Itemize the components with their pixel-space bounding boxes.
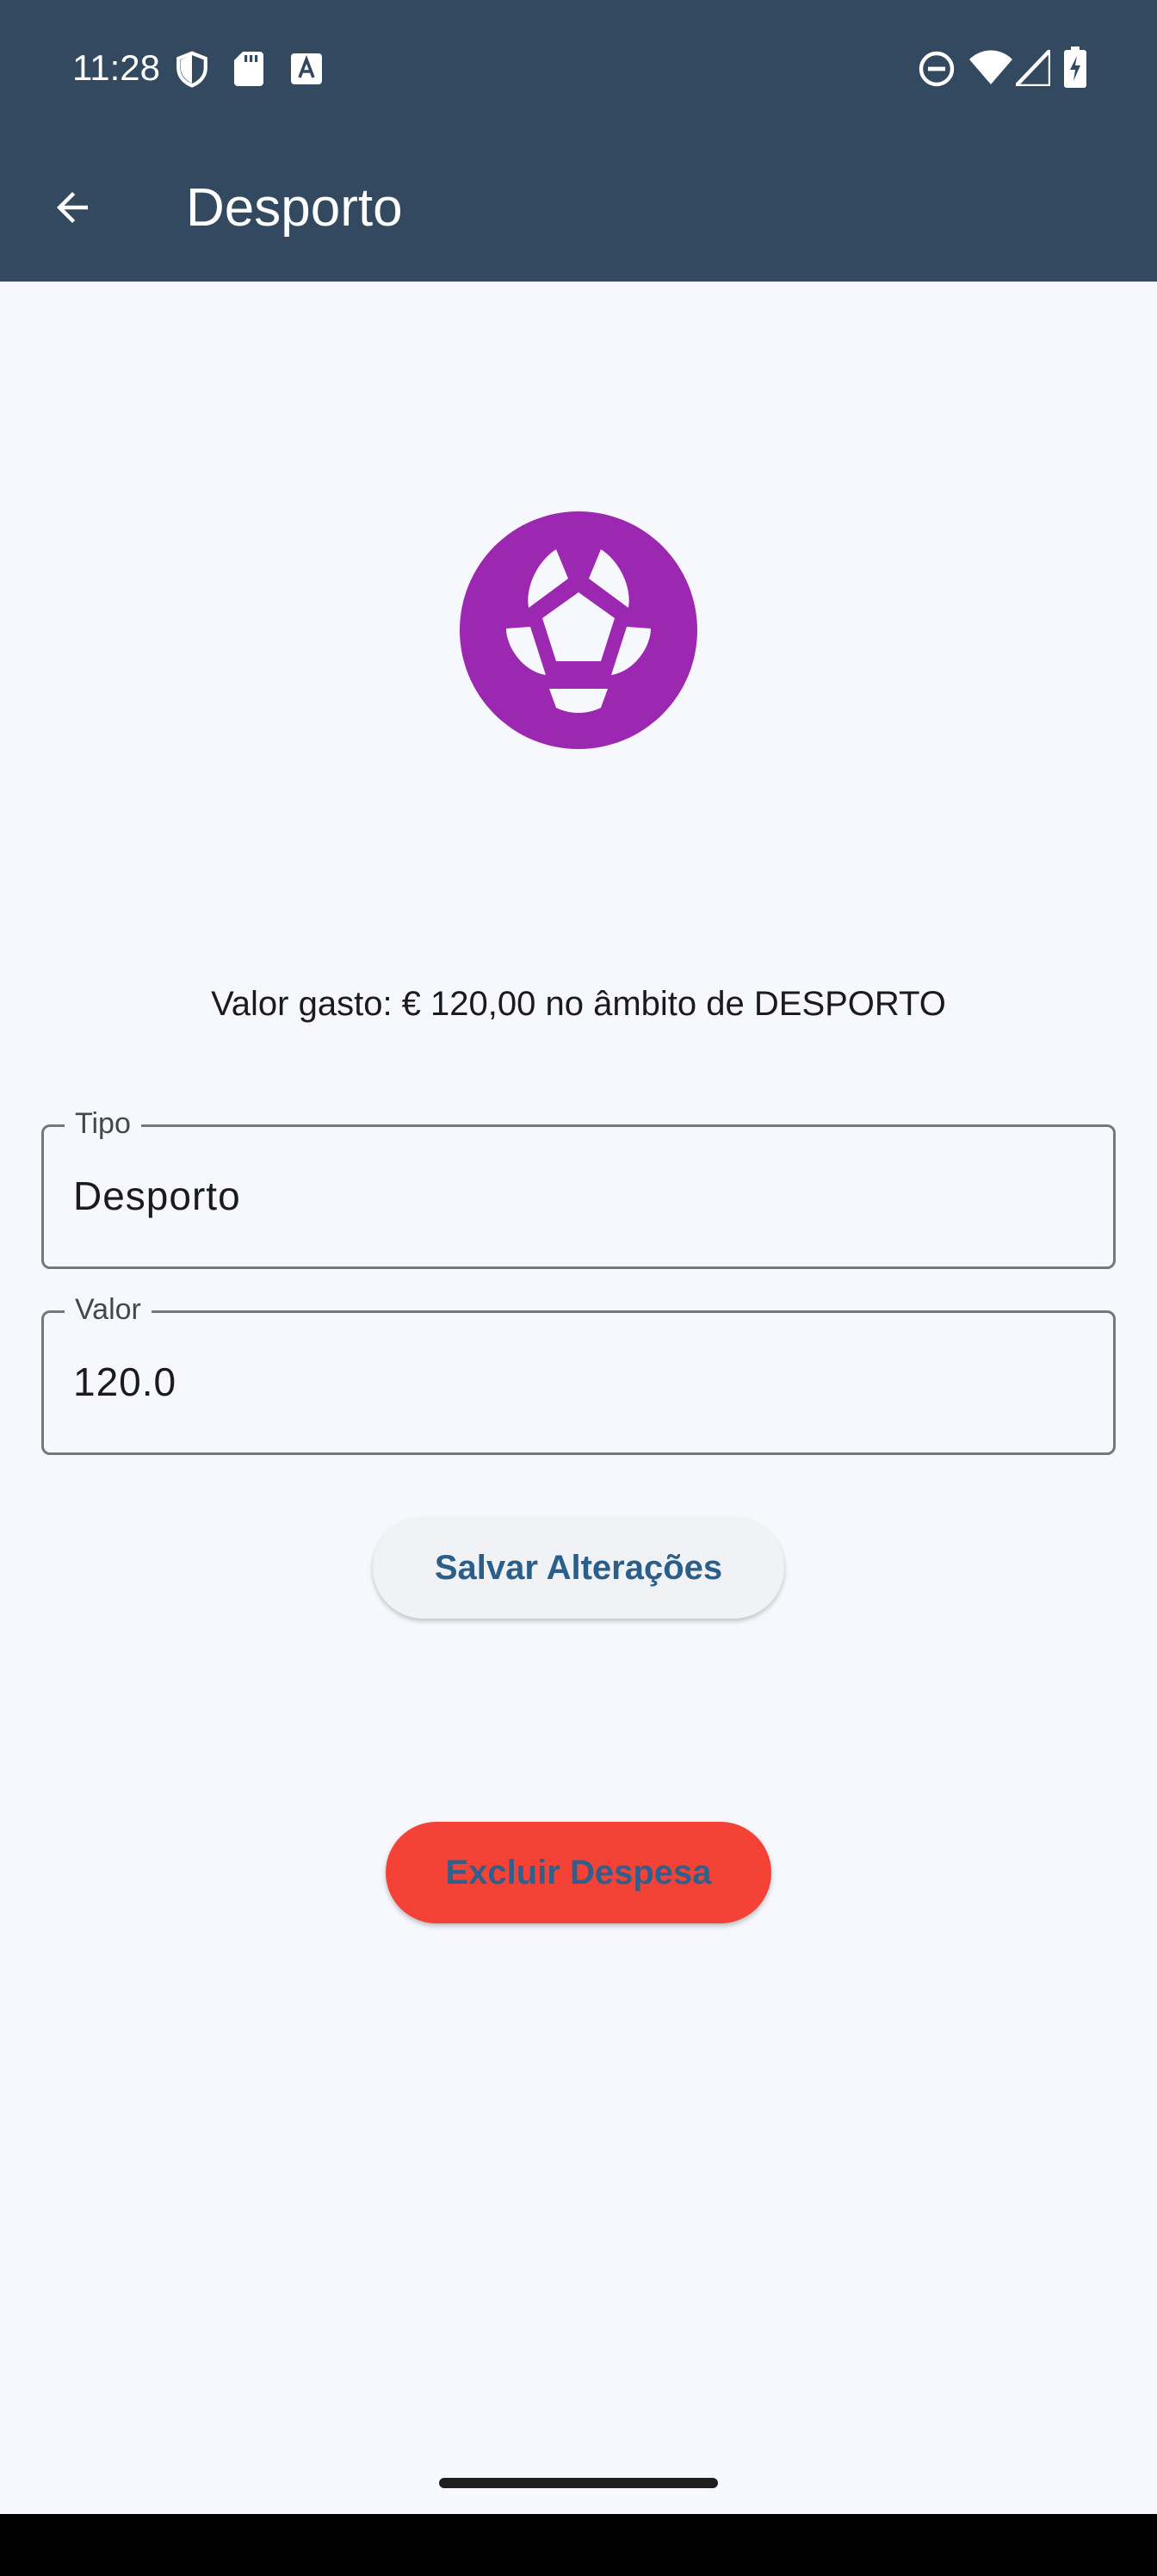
valor-field[interactable]: Valor [41, 1291, 1116, 1455]
do-not-disturb-icon [919, 51, 955, 87]
soccer-ball-icon [460, 511, 697, 749]
delete-expense-button[interactable]: Excluir Despesa [386, 1822, 771, 1923]
system-navigation-bar [0, 2514, 1157, 2576]
shield-icon [176, 51, 207, 88]
battery-charging-icon [1064, 46, 1086, 88]
sd-card-icon [234, 52, 263, 86]
expense-detail-screen: 11:28 Desporto Valor gasto: € 120,00 no … [0, 0, 1157, 2576]
text-a-icon [291, 53, 322, 84]
gesture-nav-handle[interactable] [439, 2478, 718, 2488]
page-title: Desporto [186, 178, 403, 238]
arrow-back-icon [57, 192, 88, 223]
tipo-input[interactable] [73, 1161, 1072, 1230]
expense-summary: Valor gasto: € 120,00 no âmbito de DESPO… [211, 985, 946, 1023]
wifi-icon [969, 50, 1012, 84]
save-changes-button[interactable]: Salvar Alterações [373, 1517, 784, 1619]
top-app-bar: 11:28 Desporto [0, 0, 1157, 282]
back-button[interactable] [38, 173, 107, 242]
tipo-field[interactable]: Tipo [41, 1105, 1116, 1269]
valor-input[interactable] [73, 1347, 1072, 1416]
cellular-signal-icon [1016, 50, 1050, 86]
tipo-field-label: Tipo [65, 1105, 141, 1142]
valor-field-label: Valor [65, 1291, 152, 1328]
status-time: 11:28 [72, 47, 160, 88]
